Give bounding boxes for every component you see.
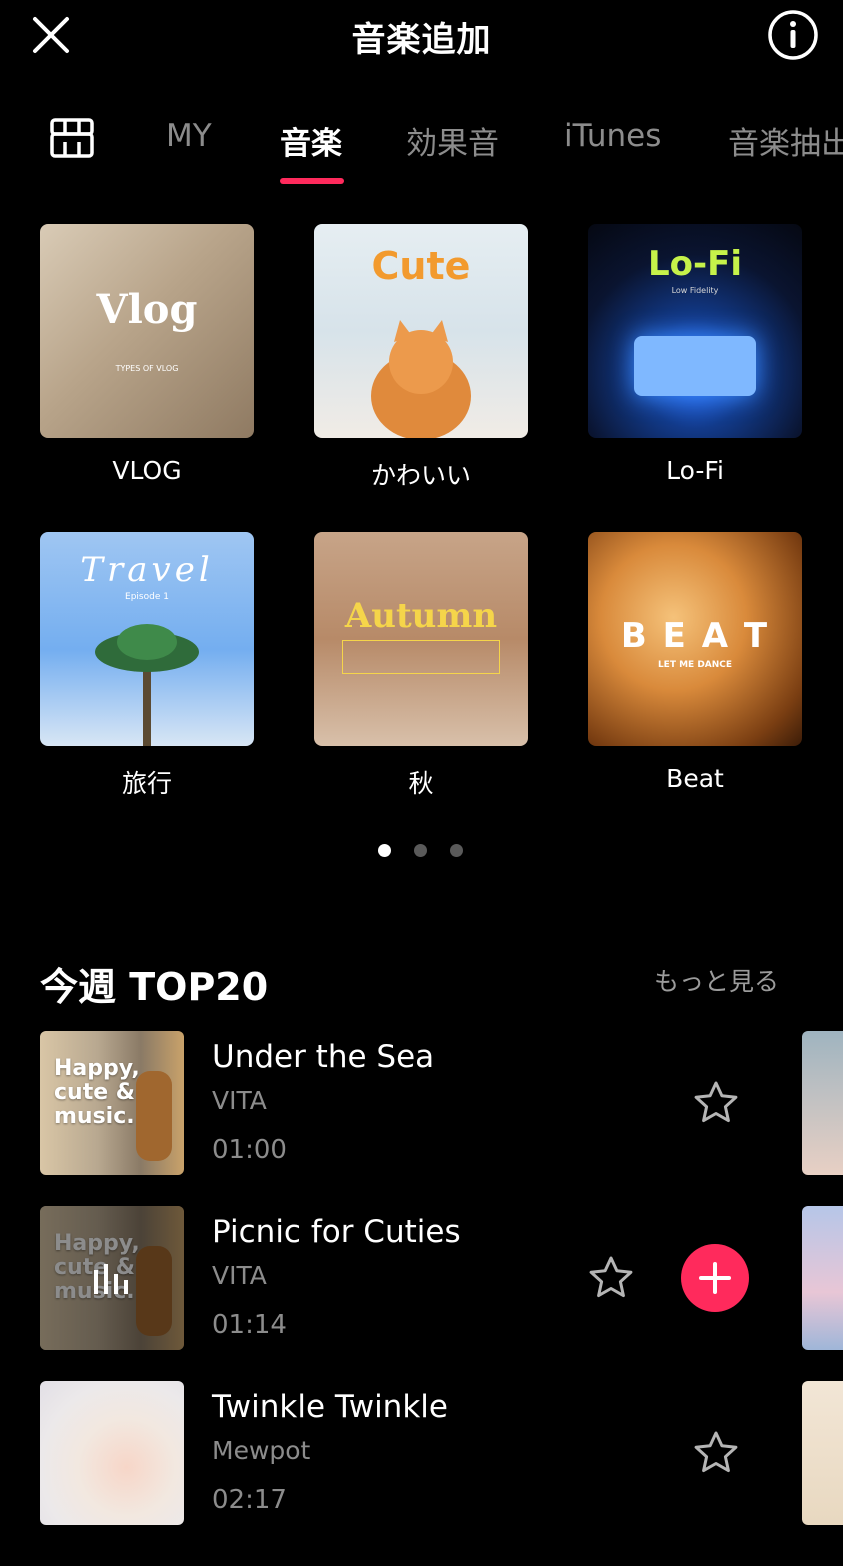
palm-tree-illustration <box>95 624 199 746</box>
cover-subtitle: TYPES OF VLOG <box>115 364 179 373</box>
tab-bar: MY 音楽 効果音 iTunes 音楽抽出 <box>0 100 843 190</box>
category-label: Beat <box>666 764 724 793</box>
song-title: Under the Sea <box>212 1039 435 1075</box>
next-column-art <box>802 1381 843 1525</box>
tab-itunes[interactable]: iTunes <box>564 118 661 154</box>
cover-title: Autumn <box>344 596 498 636</box>
cover-subtitle: Episode 1 <box>125 592 169 602</box>
info-icon[interactable] <box>766 8 820 62</box>
song-duration: 01:14 <box>212 1310 287 1340</box>
category-label: VLOG <box>112 456 182 485</box>
album-art: Happy, cute & music. <box>40 1206 184 1350</box>
cover-subtitle: Low Fidelity <box>671 286 719 295</box>
tab-sound-effects[interactable]: 効果音 <box>406 118 499 163</box>
album-art: Happy, cute & music. <box>40 1031 184 1175</box>
next-column-art <box>802 1206 843 1350</box>
category-vlog[interactable]: Vlog TYPES OF VLOG VLOG <box>40 224 254 485</box>
category-cover: Cute <box>314 224 528 438</box>
cover-title: Lo-Fi <box>647 244 742 284</box>
category-travel[interactable]: Travel Episode 1 旅行 <box>40 532 254 800</box>
category-label: 秋 <box>408 769 434 798</box>
song-row[interactable]: Twinkle Twinkle Mewpot 02:17 <box>0 1381 843 1526</box>
song-title: Twinkle Twinkle <box>212 1389 448 1425</box>
tab-my[interactable]: MY <box>166 118 212 154</box>
cover-title: Vlog <box>96 286 198 333</box>
category-beat[interactable]: B E A T LET ME DANCE Beat <box>588 532 802 793</box>
section-title: 今週 TOP20 <box>40 965 269 1009</box>
equalizer-icon <box>94 1264 128 1294</box>
favorite-star-icon[interactable] <box>692 1429 740 1477</box>
album-art <box>40 1381 184 1525</box>
tab-music[interactable]: 音楽 <box>280 118 342 163</box>
category-cover: Autumn <box>314 532 528 746</box>
category-cover: Lo-Fi Low Fidelity <box>588 224 802 438</box>
song-artist: VITA <box>212 1261 267 1290</box>
tv-screen <box>634 336 756 396</box>
song-title: Picnic for Cuties <box>212 1214 461 1250</box>
plus-icon <box>699 1262 731 1294</box>
category-cover: Vlog TYPES OF VLOG <box>40 224 254 438</box>
tab-extract-music[interactable]: 音楽抽出 <box>728 118 843 163</box>
favorite-star-icon[interactable] <box>587 1254 635 1302</box>
category-autumn[interactable]: Autumn 秋 <box>314 532 528 800</box>
song-duration: 01:00 <box>212 1135 287 1165</box>
category-label: かわいい <box>370 461 471 490</box>
page-dot-active[interactable] <box>378 844 391 857</box>
cover-title: Cute <box>371 244 471 288</box>
category-cover: B E A T LET ME DANCE <box>588 532 802 746</box>
category-label: Lo-Fi <box>666 456 724 485</box>
cover-title: B E A T <box>620 616 770 656</box>
page-dot[interactable] <box>414 844 427 857</box>
cover-title: Travel <box>80 550 214 590</box>
top-bar: 音楽追加 <box>0 0 843 80</box>
category-cute[interactable]: Cute かわいい <box>314 224 528 492</box>
next-column-art <box>802 1031 843 1175</box>
active-tab-indicator <box>280 178 344 184</box>
page-title: 音楽追加 <box>351 20 492 60</box>
category-lofi[interactable]: Lo-Fi Low Fidelity Lo-Fi <box>588 224 802 485</box>
song-duration: 02:17 <box>212 1485 287 1515</box>
category-label: 旅行 <box>121 769 172 798</box>
cat-illustration <box>371 320 471 438</box>
song-artist: VITA <box>212 1086 267 1115</box>
page-indicator <box>378 844 468 858</box>
category-cover: Travel Episode 1 <box>40 532 254 746</box>
see-more-link[interactable]: もっと見る <box>654 962 779 998</box>
store-icon[interactable] <box>48 114 96 162</box>
bear-illustration <box>136 1071 172 1161</box>
song-row-playing[interactable]: Happy, cute & music. Picnic for Cuties V… <box>0 1206 843 1351</box>
page-dot[interactable] <box>450 844 463 857</box>
favorite-star-icon[interactable] <box>692 1079 740 1127</box>
add-song-button[interactable] <box>681 1244 749 1312</box>
cover-subtitle: LET ME DANCE <box>657 660 733 670</box>
song-row[interactable]: Happy, cute & music. Under the Sea VITA … <box>0 1031 843 1176</box>
cover-frame <box>342 640 500 674</box>
song-artist: Mewpot <box>212 1436 311 1465</box>
